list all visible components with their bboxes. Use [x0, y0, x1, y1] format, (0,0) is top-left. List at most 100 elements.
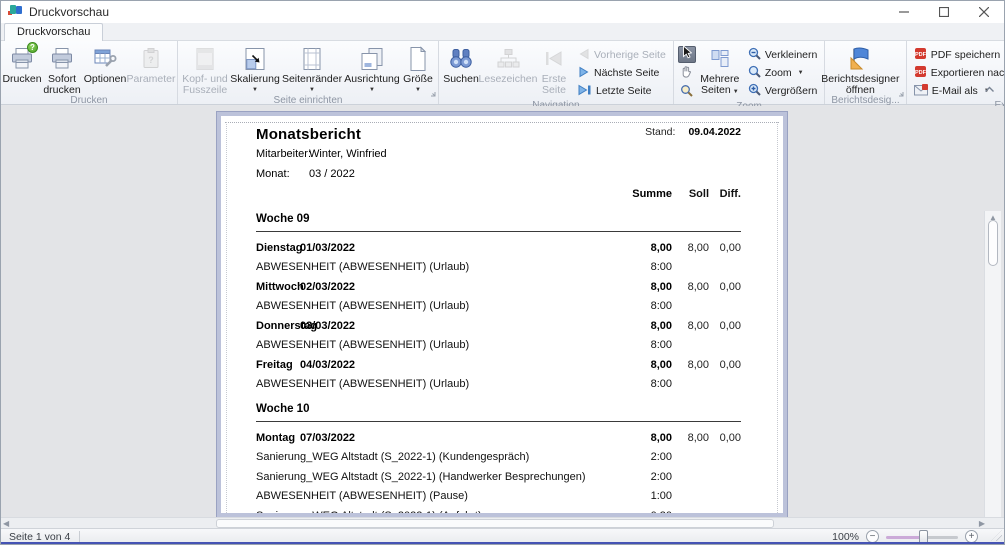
dialog-launcher-icon[interactable] — [898, 84, 904, 102]
margin-guide — [777, 122, 778, 513]
dialog-launcher-icon[interactable] — [430, 84, 436, 102]
margins-icon — [302, 45, 322, 72]
entry-text: ABWESENHEIT (ABWESENHEIT) (Urlaub) — [256, 300, 616, 312]
printer-icon: ? — [10, 45, 34, 72]
page-size-icon — [408, 45, 428, 72]
week-rule — [256, 231, 741, 232]
printer-icon — [50, 45, 74, 72]
day-name: Mittwoch — [256, 281, 300, 293]
binoculars-icon — [448, 45, 474, 72]
suchen-button[interactable]: Suchen — [441, 43, 481, 100]
monat-label: Monat: — [256, 168, 309, 180]
day-row: Montag07/03/2022 8,00 8,00 0,00 — [256, 428, 741, 448]
collapse-ribbon-icon[interactable] — [984, 80, 995, 98]
chevron-down-icon: ▼ — [415, 87, 421, 93]
zoom-dropdown-button[interactable]: Zoom ▼ — [743, 64, 823, 82]
day-soll: 8,00 — [672, 242, 709, 254]
vertical-scrollbar-thumb[interactable] — [988, 220, 998, 266]
day-diff: 0,00 — [709, 242, 741, 254]
ribbon: ? Drucken Sofort drucken Optionen — [1, 41, 1004, 105]
chevron-down-icon: ▼ — [252, 87, 258, 93]
group-berichtsdesign: Berichtsdesigner öffnen Berichtsdesig... — [825, 41, 906, 104]
window-title: Druckvorschau — [29, 5, 109, 19]
day-diff: 0,00 — [709, 359, 741, 371]
week-label: Woche 09 — [256, 213, 741, 227]
pdf-speichern-button[interactable]: PDF PDF speichern — [909, 46, 1005, 64]
entry-time: 8:00 — [616, 300, 672, 312]
zoom-slider-thumb[interactable] — [919, 530, 928, 544]
week-section: Woche 10 Montag07/03/2022 8,00 8,00 0,00… — [256, 403, 741, 517]
zoom-slider[interactable] — [886, 530, 958, 544]
horizontal-scrollbar-thumb[interactable] — [216, 519, 774, 528]
horizontal-scrollbar[interactable]: ◀ ▶ — [1, 517, 988, 528]
email-icon — [914, 84, 928, 99]
scroll-left-icon[interactable]: ◀ — [3, 519, 9, 528]
drucken-button[interactable]: ? Drucken — [3, 43, 41, 95]
entry-row: ABWESENHEIT (ABWESENHEIT) (Pause) 1:00 — [256, 487, 741, 507]
resize-grip[interactable] — [991, 530, 1002, 541]
entry-text: ABWESENHEIT (ABWESENHEIT) (Urlaub) — [256, 261, 616, 273]
minimize-button[interactable] — [884, 1, 924, 23]
mehrere-seiten-button[interactable]: Mehrere Seiten▼ — [697, 43, 743, 101]
maximize-button[interactable] — [924, 1, 964, 23]
preview-area: Monatsbericht Stand: 09.04.2022 Mitarbei… — [1, 106, 1004, 517]
day-summe: 8,00 — [616, 359, 672, 371]
verkleinern-button[interactable]: Verkleinern — [743, 46, 823, 64]
help-badge-icon: ? — [27, 42, 38, 53]
bookmarks-icon — [496, 45, 521, 72]
vertical-scrollbar[interactable]: ▲ ▼ — [984, 211, 1001, 545]
statusbar-separator — [79, 531, 80, 542]
monat-value: 03 / 2022 — [309, 168, 355, 180]
chevron-down-icon: ▼ — [309, 87, 315, 93]
erste-seite-button: Erste Seite — [535, 43, 573, 100]
pointer-icon — [681, 45, 692, 64]
tab-druckvorschau[interactable]: Druckvorschau — [4, 23, 103, 41]
day-summe: 8,00 — [616, 281, 672, 293]
day-soll: 8,00 — [672, 281, 709, 293]
week-days: Dienstag01/03/2022 8,00 8,00 0,00 ABWESE… — [256, 238, 741, 394]
ausrichtung-button[interactable]: Ausrichtung ▼ — [344, 43, 400, 95]
column-header-soll: Soll — [672, 188, 709, 200]
skalierung-button[interactable]: Skalierung ▼ — [230, 43, 280, 95]
scaling-icon — [244, 45, 266, 72]
hand-tool-button[interactable] — [678, 65, 696, 82]
report-designer-icon — [847, 45, 873, 72]
entry-row: Sanierung_WEG Altstadt (S_2022-1) (Handw… — [256, 467, 741, 487]
group-navigation: Suchen Lesezeichen Erste Seite — [439, 41, 674, 104]
zoom-out-button[interactable]: − — [866, 530, 879, 543]
lesezeichen-button: Lesezeichen — [481, 43, 535, 100]
title-bar: Druckvorschau — [1, 1, 1004, 23]
entry-time: 8:00 — [616, 378, 672, 390]
scroll-right-icon[interactable]: ▶ — [979, 519, 985, 528]
vergroessern-button[interactable]: Vergrößern — [743, 82, 823, 100]
seitenraender-button[interactable]: Seitenränder ▼ — [280, 43, 344, 95]
day-summe: 8,00 — [616, 320, 672, 332]
day-soll: 8,00 — [672, 320, 709, 332]
document-page: Monatsbericht Stand: 09.04.2022 Mitarbei… — [217, 112, 787, 517]
entry-text: Sanierung_WEG Altstadt (S_2022-1) (Handw… — [256, 471, 616, 483]
entry-row: ABWESENHEIT (ABWESENHEIT) (Urlaub) 8:00 — [256, 258, 741, 278]
close-button[interactable] — [964, 1, 1004, 23]
day-diff: 0,00 — [709, 320, 741, 332]
svg-text:PDF: PDF — [915, 52, 927, 58]
entry-text: ABWESENHEIT (ABWESENHEIT) (Urlaub) — [256, 339, 616, 351]
chevron-down-icon: ▼ — [733, 89, 739, 95]
day-name: Freitag — [256, 359, 300, 371]
zoom-icon — [748, 65, 761, 81]
berichtsdesigner-oeffnen-button[interactable]: Berichtsdesigner öffnen — [827, 43, 893, 95]
hand-icon — [680, 65, 693, 83]
vorherige-seite-button: Vorherige Seite — [573, 46, 671, 64]
letzte-seite-button[interactable]: Letzte Seite — [573, 82, 671, 100]
pointer-tool-button[interactable] — [678, 46, 696, 63]
group-zoom: Mehrere Seiten▼ Verkleinern Zoom ▼ Vergr — [674, 41, 826, 104]
margin-guide — [226, 122, 227, 513]
mitarbeiter-label: Mitarbeiter: — [256, 148, 309, 160]
entry-text: ABWESENHEIT (ABWESENHEIT) (Urlaub) — [256, 378, 616, 390]
sofort-drucken-button[interactable]: Sofort drucken — [41, 43, 83, 95]
magnifier-tool-button[interactable] — [678, 84, 696, 101]
optionen-button[interactable]: Optionen — [83, 43, 127, 95]
group-drucken: ? Drucken Sofort drucken Optionen — [1, 41, 178, 104]
week-days: Montag07/03/2022 8,00 8,00 0,00 Sanierun… — [256, 428, 741, 517]
zoom-in-button[interactable]: + — [965, 530, 978, 543]
naechste-seite-button[interactable]: Nächste Seite — [573, 64, 671, 82]
